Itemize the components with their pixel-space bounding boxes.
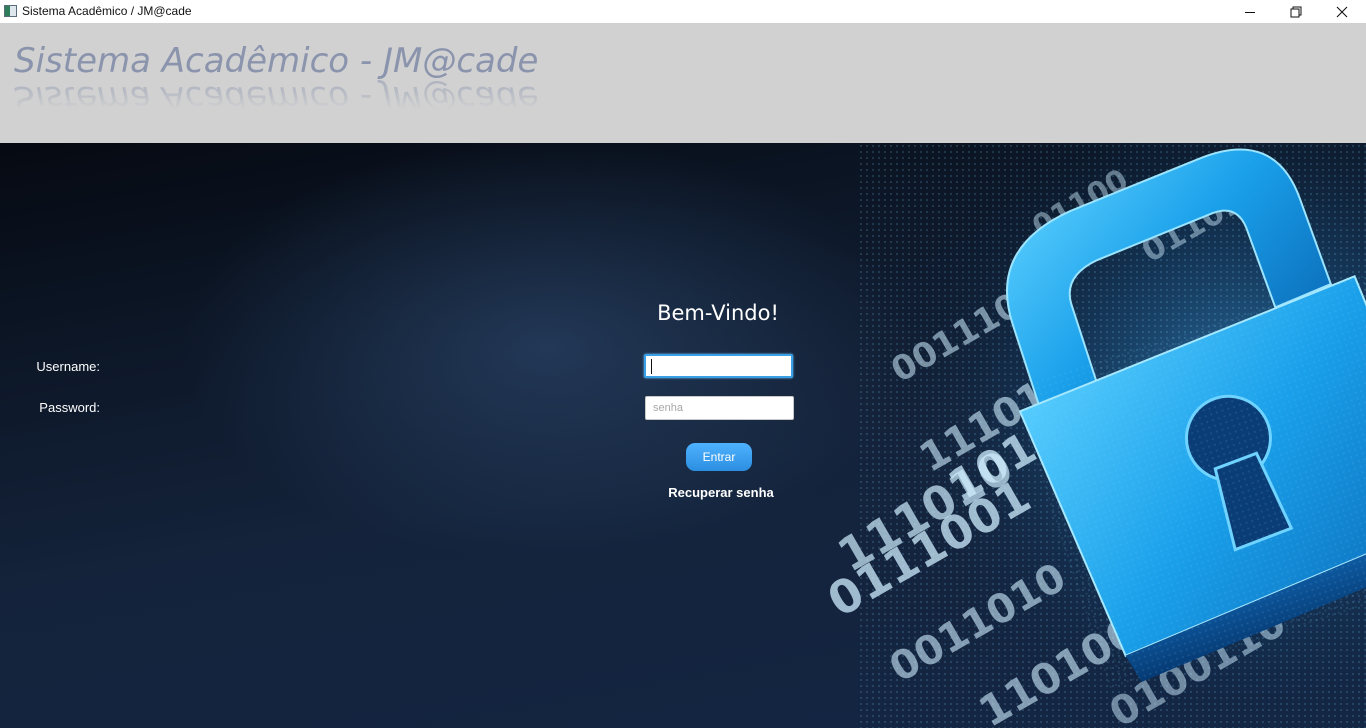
banner-title-reflection: Sistema Acadêmico - JM@cade (14, 78, 539, 118)
app-icon (4, 5, 17, 17)
header-banner: Sistema Acadêmico - JM@cade Sistema Acad… (0, 23, 1366, 143)
close-button[interactable] (1319, 0, 1365, 23)
password-label: Password: (39, 400, 100, 415)
security-background-art: 0011100 1110100 1010101 111010 0111001 0… (760, 143, 1366, 728)
restore-button[interactable] (1273, 0, 1319, 23)
username-label: Username: (36, 359, 100, 374)
restore-icon (1290, 6, 1302, 17)
window-title: Sistema Acadêmico / JM@cade (22, 4, 192, 18)
text-caret (651, 359, 652, 374)
recover-password-link[interactable]: Recuperar senha (640, 485, 802, 501)
close-icon (1336, 6, 1348, 17)
login-button[interactable]: Entrar (686, 443, 752, 471)
welcome-heading: Bem-Vindo! (657, 301, 779, 325)
password-input[interactable] (645, 396, 794, 420)
minimize-icon (1245, 11, 1255, 13)
minimize-button[interactable] (1227, 0, 1273, 23)
login-background: 0011100 1110100 1010101 111010 0111001 0… (0, 143, 1366, 728)
username-input[interactable] (644, 354, 793, 378)
window-title-bar: Sistema Acadêmico / JM@cade (0, 0, 1366, 23)
